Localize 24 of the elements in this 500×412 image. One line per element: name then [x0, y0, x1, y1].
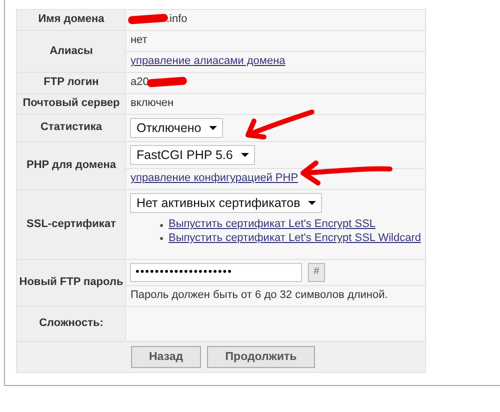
- field-label: Сложность:: [16, 306, 126, 341]
- link[interactable]: управление конфигурацией PHP: [130, 172, 298, 184]
- field-label: Алиасы: [16, 30, 126, 72]
- back-button[interactable]: Назад: [131, 346, 201, 368]
- hint-text: Пароль должен быть от 6 до 32 символов длиной.: [130, 288, 388, 301]
- link[interactable]: управление алиасами домена: [130, 55, 286, 67]
- field-label: Новый FTP пароль: [16, 259, 126, 306]
- field-value: .info: [166, 13, 188, 25]
- field-value: нет: [130, 34, 148, 46]
- field-value: включен: [130, 96, 174, 109]
- link[interactable]: Выпустить сертификат Let's Encrypt SSL Wildcard: [168, 232, 421, 246]
- password-field[interactable]: ••••••••••••••••••••: [130, 262, 302, 282]
- field-label: Статистика: [16, 114, 126, 142]
- dropdown[interactable]: Нет активных сертификатов: [130, 193, 322, 214]
- link[interactable]: Выпустить сертификат Let's Encrypt SSL: [168, 218, 376, 232]
- field-label: SSL-сертификат: [16, 190, 126, 260]
- field-label: Почтовый сервер: [16, 93, 126, 114]
- field-label: Имя домена: [16, 10, 126, 30]
- generate-button[interactable]: #: [308, 262, 325, 282]
- field-label: PHP для домена: [16, 142, 126, 190]
- dropdown[interactable]: Отключено: [130, 118, 224, 138]
- dropdown[interactable]: FastCGI PHP 5.6: [130, 145, 255, 166]
- continue-button[interactable]: Продолжить: [207, 346, 315, 368]
- field-label: FTP логин: [16, 72, 126, 94]
